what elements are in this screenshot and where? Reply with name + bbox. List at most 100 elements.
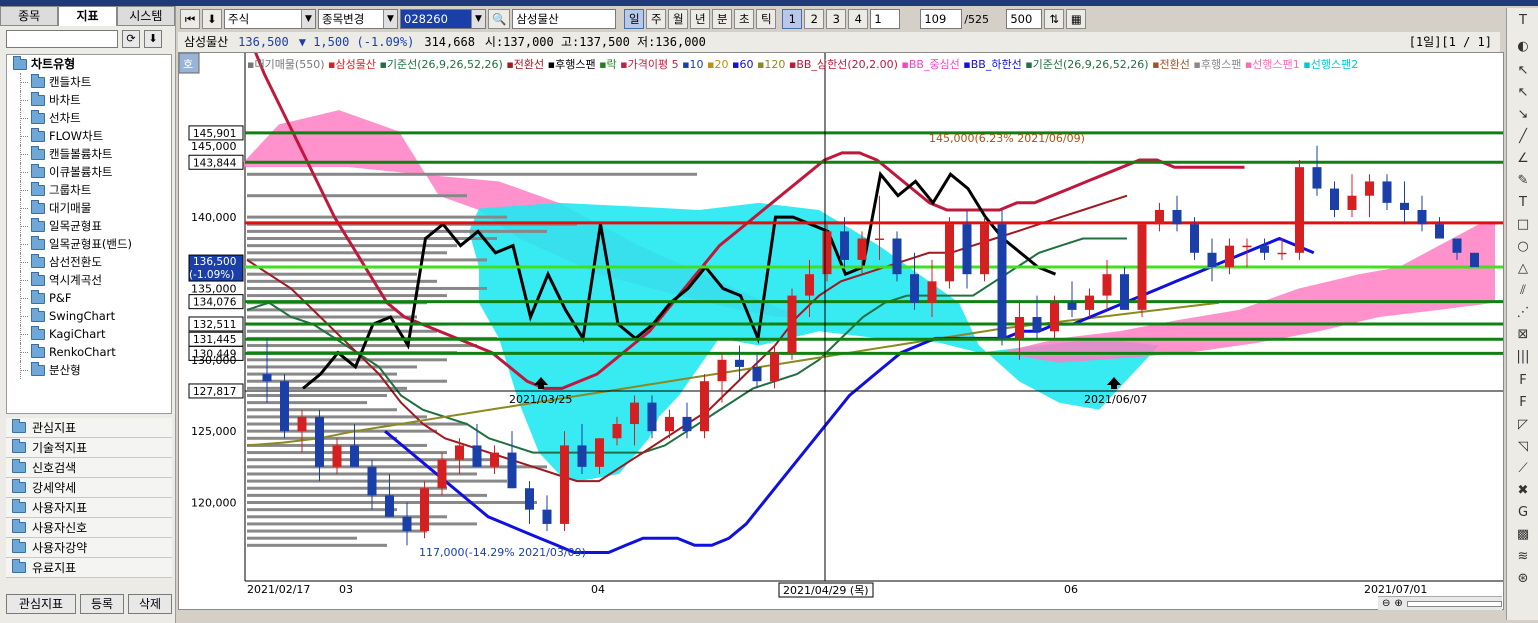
tree-item[interactable]: 대기매물 <box>7 199 171 217</box>
volume-profile-bar <box>247 479 507 483</box>
chart-area[interactable]: 145,901 143,844 136,500 (-1.09%) 134,076 132,… <box>178 31 1504 610</box>
triangle-icon[interactable]: △ <box>1514 260 1532 278</box>
period-button[interactable]: 월 <box>668 9 689 29</box>
tree-item[interactable]: 일목균형표 <box>7 217 171 235</box>
period-button[interactable]: 년 <box>690 9 711 29</box>
tree-item[interactable]: RenkoChart <box>7 343 171 361</box>
category-item[interactable]: 유료지표 <box>6 558 172 578</box>
tree-item[interactable]: SwingChart <box>7 307 171 325</box>
search-icon[interactable]: 🔍 <box>488 9 511 29</box>
period-button[interactable]: 초 <box>734 9 755 29</box>
tree-item[interactable]: 캔들차트 <box>7 73 171 91</box>
market-type-select[interactable]: 주식 ▼ <box>224 9 316 29</box>
display-count-input[interactable]: 500 <box>1006 9 1043 29</box>
chart-scrollbar[interactable]: ⊖ ⊕ <box>1378 596 1502 610</box>
refresh-icon[interactable]: ⟳ <box>122 30 140 48</box>
rectangle-icon[interactable]: □ <box>1514 216 1532 234</box>
save-icon[interactable]: ⬇ <box>202 9 222 29</box>
tab-system[interactable]: 시스템 <box>116 6 175 26</box>
palette-icon[interactable]: ◐ <box>1514 38 1532 56</box>
tree-item[interactable]: 그룹차트 <box>7 181 171 199</box>
angle-line-icon[interactable]: ∠ <box>1514 150 1532 168</box>
pattern-icon[interactable]: ▩ <box>1514 526 1532 544</box>
stock-name-field[interactable]: 삼성물산 <box>512 9 617 29</box>
category-item[interactable]: 신호검색 <box>6 458 172 478</box>
category-item[interactable]: 사용자강약 <box>6 538 172 558</box>
zoom-in-icon[interactable]: ⊕ <box>1394 598 1402 609</box>
stock-code-input[interactable]: 028260 ▼ <box>400 9 486 29</box>
tree-item[interactable]: FLOW차트 <box>7 127 171 145</box>
candle-body <box>1470 252 1479 268</box>
period-button[interactable]: 일 <box>624 9 645 29</box>
period-button[interactable]: 분 <box>712 9 733 29</box>
cursor-icon[interactable]: ↖ <box>1514 62 1532 80</box>
all-delete-icon[interactable]: ✖ <box>1514 482 1532 500</box>
interval-button[interactable]: 3 <box>826 9 847 29</box>
candle-body <box>910 274 919 303</box>
zoom-out-icon[interactable]: ⊖ <box>1382 598 1390 609</box>
tree-item[interactable]: 역시계곡선 <box>7 271 171 289</box>
select-icon[interactable]: ↖ <box>1514 84 1532 102</box>
gann-icon[interactable]: G <box>1514 504 1532 522</box>
count-input[interactable]: 109 <box>920 9 963 29</box>
download-icon[interactable]: ⬇ <box>144 30 162 48</box>
category-label: 사용자지표 <box>32 500 88 515</box>
wave-icon[interactable]: ≋ <box>1514 548 1532 566</box>
interval-button[interactable]: 4 <box>848 9 869 29</box>
tree-item[interactable]: 선차트 <box>7 109 171 127</box>
trendline-icon[interactable]: ╱ <box>1514 128 1532 146</box>
tab-stock[interactable]: 종목 <box>0 6 59 26</box>
tree-item[interactable]: KagiChart <box>7 325 171 343</box>
candle-body <box>350 445 359 467</box>
tree-item[interactable]: P&F <box>7 289 171 307</box>
gann-box-icon[interactable]: ⊠ <box>1514 326 1532 344</box>
tab-indicator[interactable]: 지표 <box>58 6 117 26</box>
tree-item[interactable]: 이큐볼륨차트 <box>7 163 171 181</box>
category-item[interactable]: 관심지표 <box>6 418 172 438</box>
favorite-indicator-button[interactable]: 관심지표 <box>6 594 76 614</box>
indicator-search-input[interactable] <box>6 30 118 48</box>
tree-item[interactable]: 삼선전환도 <box>7 253 171 271</box>
volume-profile-bar <box>247 543 387 547</box>
category-item[interactable]: 사용자신호 <box>6 518 172 538</box>
tree-item[interactable]: 분산형 <box>7 361 171 379</box>
tree-root-chart-type[interactable]: 차트유형 <box>7 55 171 73</box>
text-add-icon[interactable]: T <box>1514 194 1532 212</box>
period-button[interactable]: 주 <box>646 9 667 29</box>
tree-item[interactable]: 캔들볼륨차트 <box>7 145 171 163</box>
symbol-icon[interactable]: ⊛ <box>1514 570 1532 588</box>
volume-profile-bar <box>247 251 447 255</box>
delete-button[interactable]: 삭제 <box>128 594 172 614</box>
scroll-track[interactable] <box>1406 600 1502 607</box>
apply-icon[interactable]: ⇅ <box>1044 9 1065 29</box>
interval-input[interactable]: 1 <box>870 9 901 29</box>
candle-body <box>560 445 569 524</box>
category-item[interactable]: 사용자지표 <box>6 498 172 518</box>
register-button[interactable]: 등록 <box>80 594 124 614</box>
eraser-icon[interactable]: ✎ <box>1514 172 1532 190</box>
fibonacci-fan-icon[interactable]: F <box>1514 394 1532 412</box>
candle-body <box>1365 181 1374 196</box>
vertical-lines-icon[interactable]: ||| <box>1514 348 1532 366</box>
pointer-icon[interactable]: ↘ <box>1514 106 1532 124</box>
y-tick-label: 120,000 <box>191 497 237 510</box>
text-tool-icon[interactable]: T <box>1514 12 1532 30</box>
circle-icon[interactable]: ○ <box>1514 238 1532 256</box>
period-button[interactable]: 틱 <box>756 9 777 29</box>
first-icon[interactable]: ⏮ <box>180 9 200 29</box>
tree-item[interactable]: 바차트 <box>7 91 171 109</box>
price-chart[interactable]: 145,901143,844136,500(-1.09%)134,076132,… <box>178 31 1503 609</box>
change-stock-select[interactable]: 종목변경 ▼ <box>318 9 398 29</box>
pitchfork-icon[interactable]: ⋰ <box>1514 304 1532 322</box>
interval-button[interactable]: 2 <box>804 9 825 29</box>
category-item[interactable]: 기술적지표 <box>6 438 172 458</box>
tree-item[interactable]: 일목균형표(밴드) <box>7 235 171 253</box>
grid-icon[interactable]: ▦ <box>1066 9 1087 29</box>
speed-line-icon[interactable]: ⟋ <box>1514 460 1532 478</box>
arc-icon[interactable]: ◹ <box>1514 438 1532 456</box>
fibonacci-icon[interactable]: F <box>1514 372 1532 390</box>
parallel-lines-icon[interactable]: ⫽ <box>1514 282 1532 300</box>
category-item[interactable]: 강세약세 <box>6 478 172 498</box>
interval-button[interactable]: 1 <box>782 9 803 29</box>
fan-icon[interactable]: ◸ <box>1514 416 1532 434</box>
